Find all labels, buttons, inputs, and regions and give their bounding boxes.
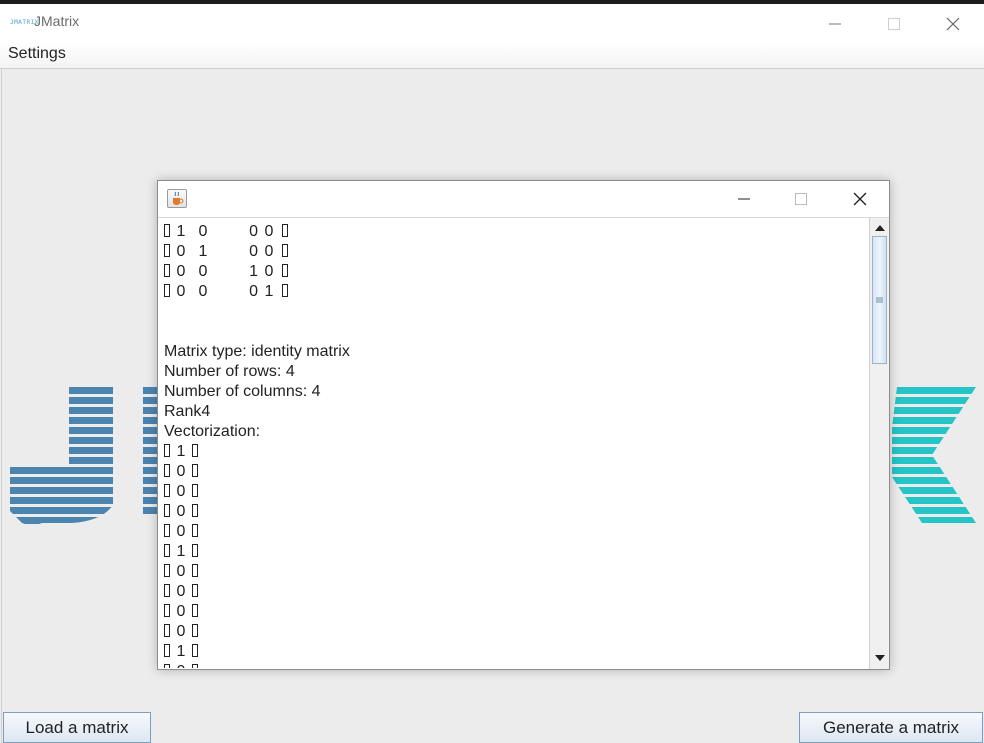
generate-matrix-button[interactable]: Generate a matrix [799, 712, 983, 743]
matrix-row: 1000 [164, 222, 864, 242]
rows-label: Number of rows: 4 [164, 363, 295, 380]
vector-row: 0 [164, 582, 864, 602]
scrollbar-thumb[interactable] [872, 236, 887, 364]
vector-row: 0 [164, 522, 864, 542]
rank-label: Rank4 [164, 403, 211, 420]
vector-row: 0 [164, 662, 864, 668]
vectorization-list: 1 0 0 0 0 1 0 0 0 0 1 0 [164, 442, 864, 668]
main-window-titlebar[interactable]: JMATRIX JMatrix [0, 4, 984, 41]
vector-row: 1 [164, 642, 864, 662]
maximize-icon [795, 193, 807, 205]
load-matrix-button[interactable]: Load a matrix [3, 712, 151, 743]
matrix-row: 0001 [164, 282, 864, 302]
vector-row: 0 [164, 562, 864, 582]
dialog-minimize-button[interactable] [721, 183, 767, 215]
vector-row: 1 [164, 442, 864, 462]
minimize-icon [829, 23, 841, 25]
matrix-info-dialog: 1000 0100 0010 0001 Matrix type: identit… [157, 180, 890, 670]
vector-row: 1 [164, 542, 864, 562]
dialog-close-button[interactable] [837, 183, 883, 215]
columns-label: Number of columns: 4 [164, 383, 321, 400]
minimize-icon [738, 198, 750, 200]
window-title: JMatrix [34, 13, 80, 29]
arrow-down-icon [874, 654, 885, 661]
vector-row: 0 [164, 462, 864, 482]
scroll-up-button[interactable] [871, 219, 888, 236]
maximize-button[interactable] [871, 8, 917, 40]
matrix-output-text[interactable]: 1000 0100 0010 0001 Matrix type: identit… [164, 222, 864, 668]
close-icon [946, 17, 960, 31]
vector-row: 0 [164, 502, 864, 522]
menu-bar: Settings [0, 41, 984, 69]
close-icon [853, 192, 867, 206]
vectorization-label: Vectorization: [164, 423, 261, 440]
dialog-maximize-button[interactable] [778, 183, 824, 215]
close-button[interactable] [930, 8, 976, 40]
vertical-scrollbar[interactable] [869, 218, 889, 669]
arrow-up-icon [874, 224, 885, 231]
menu-settings[interactable]: Settings [8, 45, 66, 63]
dialog-titlebar[interactable] [158, 181, 889, 217]
java-cup-icon [167, 189, 187, 208]
vector-row: 0 [164, 622, 864, 642]
vector-row: 0 [164, 482, 864, 502]
matrix-row: 0100 [164, 242, 864, 262]
dialog-separator [158, 217, 889, 218]
matrix-row: 0010 [164, 262, 864, 282]
minimize-button[interactable] [812, 8, 858, 40]
matrix-block: 1000 0100 0010 0001 [164, 222, 864, 302]
matrix-type-label: Matrix type: identity matrix [164, 343, 350, 360]
scroll-down-button[interactable] [871, 649, 888, 666]
maximize-icon [888, 18, 900, 30]
vector-row: 0 [164, 602, 864, 622]
